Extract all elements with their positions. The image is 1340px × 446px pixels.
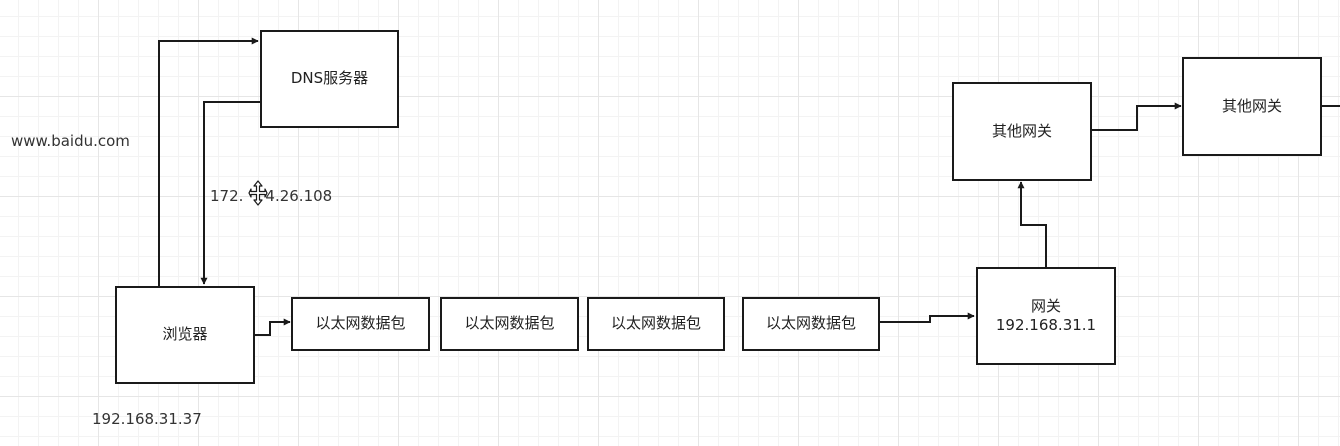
ethernet-packet-node[interactable]: 以太网数据包 (440, 297, 579, 351)
browser-node[interactable]: 浏览器 (115, 286, 255, 384)
dns-server-label: DNS服务器 (290, 69, 369, 88)
move-cursor-icon (248, 180, 268, 206)
other-gateway-node[interactable]: 其他网关 (1182, 57, 1322, 156)
edge-gateway-to-other-gateway (1017, 181, 1047, 268)
domain-label: www.baidu.com (11, 132, 130, 150)
ethernet-packet-label: 以太网数据包 (765, 314, 856, 333)
ethernet-packet-label: 以太网数据包 (464, 314, 555, 333)
ethernet-packet-label: 以太网数据包 (610, 314, 701, 333)
browser-label: 浏览器 (162, 325, 208, 344)
edge-browser-to-packet (254, 318, 291, 336)
ethernet-packet-node[interactable]: 以太网数据包 (291, 297, 430, 351)
dns-server-node[interactable]: DNS服务器 (260, 30, 399, 128)
edge-packet-to-gateway (878, 312, 975, 323)
gateway-node[interactable]: 网关 192.168.31.1 (976, 267, 1116, 365)
browser-ip-label: 192.168.31.37 (92, 410, 202, 428)
dns-reply-ip-head: 172. (210, 187, 244, 205)
edge-other-gateway-to-other-gateway (1090, 102, 1182, 131)
ethernet-packet-node[interactable]: 以太网数据包 (587, 297, 725, 351)
other-gateway-node[interactable]: 其他网关 (952, 82, 1092, 181)
other-gateway-label: 其他网关 (991, 121, 1052, 140)
gateway-ip: 192.168.31.1 (995, 316, 1097, 334)
ethernet-packet-label: 以太网数据包 (315, 314, 406, 333)
gateway-name: 网关 (1030, 296, 1061, 315)
ethernet-packet-node[interactable]: 以太网数据包 (742, 297, 880, 351)
dns-reply-ip-tail: 4.26.108 (265, 187, 333, 205)
other-gateway-label: 其他网关 (1221, 96, 1282, 115)
dns-reply-ip-label: 172. 4.26.108 (210, 187, 332, 205)
edge-browser-to-dns (158, 37, 259, 288)
